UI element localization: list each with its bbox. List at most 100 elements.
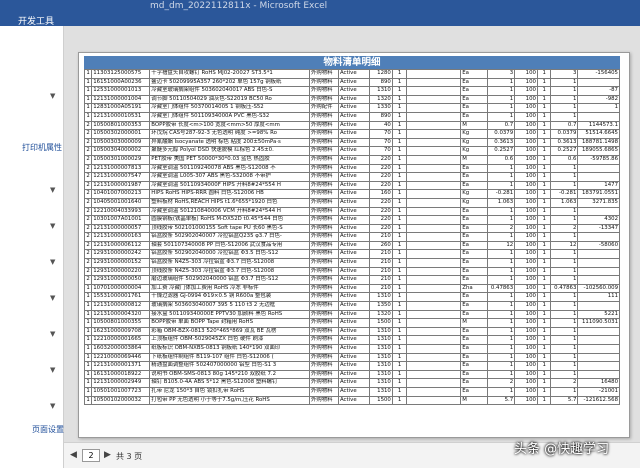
table-cell: 1 bbox=[536, 146, 552, 156]
table-cell bbox=[406, 223, 462, 234]
next-page-icon[interactable]: ▶ bbox=[104, 450, 111, 460]
table-cell: 2 bbox=[83, 215, 93, 225]
table-row: 1 12131000002949 轴钉 B105.0-4A ABS 5*12 黑色-… bbox=[83, 378, 620, 388]
chevron-down-icon[interactable]: ▼ bbox=[50, 222, 55, 230]
table-cell: 2 bbox=[83, 275, 93, 285]
table-row: 1 12210000001665 上顶板组件 OBM-5029045ZX 白色 硬件… bbox=[83, 335, 620, 345]
table-cell: 1350 bbox=[369, 301, 393, 311]
table-cell: 2 bbox=[550, 223, 579, 234]
table-cell: 220 bbox=[369, 172, 393, 182]
table-cell: 外购物料 bbox=[308, 111, 339, 122]
table-cell: Active bbox=[337, 129, 371, 139]
table-cell: 100 bbox=[514, 275, 538, 285]
table-cell bbox=[406, 344, 462, 354]
table-cell bbox=[406, 180, 462, 191]
table-cell: Active bbox=[337, 154, 371, 165]
table-cell: 1 bbox=[550, 249, 579, 260]
table-cell: 1144573.1 bbox=[577, 120, 620, 131]
chevron-down-icon[interactable]: ▼ bbox=[50, 294, 55, 302]
table-cell: 1 bbox=[550, 309, 579, 320]
table-cell: 1 bbox=[536, 197, 552, 208]
table-cell: 1 bbox=[550, 103, 579, 113]
table-cell: 3271.835 bbox=[577, 197, 620, 208]
table-cell: -59785.86 bbox=[577, 154, 620, 165]
table-cell: 5.7 bbox=[487, 395, 516, 406]
table-cell: 2 bbox=[83, 232, 93, 242]
table-cell: 1 bbox=[550, 232, 579, 242]
table-cell: 1 bbox=[550, 361, 579, 371]
table-cell: 1320 bbox=[369, 309, 393, 320]
table-row: 1 12531000001013 冷藏室玻璃搁架组件 50360204001? AB… bbox=[83, 86, 620, 96]
chevron-down-icon[interactable]: ▼ bbox=[50, 92, 55, 100]
table-cell: 外购物料 bbox=[308, 249, 339, 260]
table-cell: 1 bbox=[391, 301, 408, 311]
table-cell: 1 bbox=[550, 335, 579, 345]
table-cell: 10501001007723 bbox=[91, 386, 151, 397]
table-cell: 1320 bbox=[369, 94, 393, 105]
table-cell: 100 bbox=[514, 309, 538, 320]
table-cell: 100 bbox=[514, 172, 538, 182]
table-cell: 100 bbox=[514, 378, 538, 388]
table-cell: 1 bbox=[487, 163, 516, 174]
page-number-input[interactable] bbox=[82, 449, 100, 462]
table-cell: Ea bbox=[460, 386, 489, 397]
table-cell: 1310 bbox=[369, 369, 393, 380]
table-row: 2 10301007A01001 圆膜钢板(铁晶单板) RoHS M-DX52D t… bbox=[83, 215, 620, 225]
table-cell: 1 bbox=[391, 215, 408, 225]
chevron-down-icon[interactable]: ▼ bbox=[50, 366, 55, 374]
chevron-down-icon[interactable]: ▼ bbox=[50, 258, 55, 266]
table-cell: 210 bbox=[369, 232, 393, 242]
table-cell: 100 bbox=[514, 240, 538, 251]
table-cell: 外购物料 bbox=[308, 386, 339, 397]
table-cell: 100 bbox=[514, 318, 538, 328]
table-cell: 1 bbox=[391, 275, 408, 285]
table-cell: Active bbox=[337, 172, 371, 182]
table-cell: 1 bbox=[487, 361, 516, 371]
chevron-down-icon[interactable]: ▼ bbox=[50, 402, 55, 410]
table-cell bbox=[406, 386, 462, 397]
table-cell: 12 bbox=[550, 240, 579, 251]
table-cell: 1 bbox=[391, 240, 408, 251]
table-cell: 10301007A01001 bbox=[91, 215, 151, 225]
table-cell: 12131000000163 bbox=[91, 232, 151, 242]
table-cell: 1.063 bbox=[487, 197, 516, 208]
table-cell: M bbox=[460, 154, 489, 165]
table-cell: 干燥过滤器 GJ-0994 Φ19×0.5 铜 R600a 整包装 bbox=[149, 292, 310, 303]
table-cell: HIPS RoHS HIPS-RRR 圆料 白色-S12006 HB bbox=[149, 189, 310, 199]
table-cell bbox=[406, 129, 462, 139]
table-cell: 12210004033993 bbox=[91, 206, 151, 217]
table-cell: 圆膜钢板(铁晶单板) RoHS M-DX52D t0.45*544 白色 bbox=[149, 215, 310, 225]
table-cell: Ea bbox=[460, 223, 489, 234]
table-cell: Active bbox=[337, 292, 371, 303]
table-cell: 1 bbox=[550, 163, 579, 174]
printer-properties-link[interactable]: 打印机属性 bbox=[22, 142, 62, 153]
table-cell: Active bbox=[337, 69, 371, 79]
table-cell: 打包带 PP 无色透明 小于等于7.5g/m,压花 RoHS bbox=[149, 395, 310, 406]
chevron-down-icon[interactable]: ▼ bbox=[50, 330, 55, 338]
table-row: 1 16151000A00236 鳌迈卡 50209995A357 260*202 … bbox=[83, 77, 620, 88]
table-cell bbox=[406, 69, 462, 79]
table-cell: 1 bbox=[391, 378, 408, 388]
table-cell: Ea bbox=[460, 335, 489, 345]
table-cell: 1.063 bbox=[550, 197, 579, 208]
table-cell: 15531000001761 bbox=[91, 292, 151, 303]
table-cell: 1 bbox=[487, 326, 516, 337]
table-cell: 外购物料 bbox=[308, 120, 339, 131]
table-cell: 16131000018922 bbox=[91, 369, 151, 380]
table-cell: 外购物料 bbox=[308, 395, 339, 406]
prev-page-icon[interactable]: ◀ bbox=[70, 450, 77, 460]
table-cell: 100 bbox=[514, 215, 538, 225]
chevron-down-icon[interactable]: ▼ bbox=[50, 186, 55, 194]
table-cell: 1 bbox=[536, 69, 552, 79]
table-cell: 100 bbox=[514, 77, 538, 88]
table-cell: 外购物料 bbox=[308, 86, 339, 96]
table-cell: 外购物料 bbox=[308, 326, 339, 337]
table-row: 2 10500303000009 异氰酸酯 Isocyanate 透明 棕色 粘度 … bbox=[83, 137, 620, 148]
table-cell: 111 bbox=[577, 292, 620, 303]
table-cell: 1 bbox=[550, 266, 579, 277]
table-cell: 5221 bbox=[577, 309, 620, 320]
page-setup-link[interactable]: 页面设置 bbox=[32, 424, 64, 435]
table-cell: 1 bbox=[536, 301, 552, 311]
table-cell: 外购物料 bbox=[308, 344, 339, 354]
table-cell bbox=[406, 172, 462, 182]
